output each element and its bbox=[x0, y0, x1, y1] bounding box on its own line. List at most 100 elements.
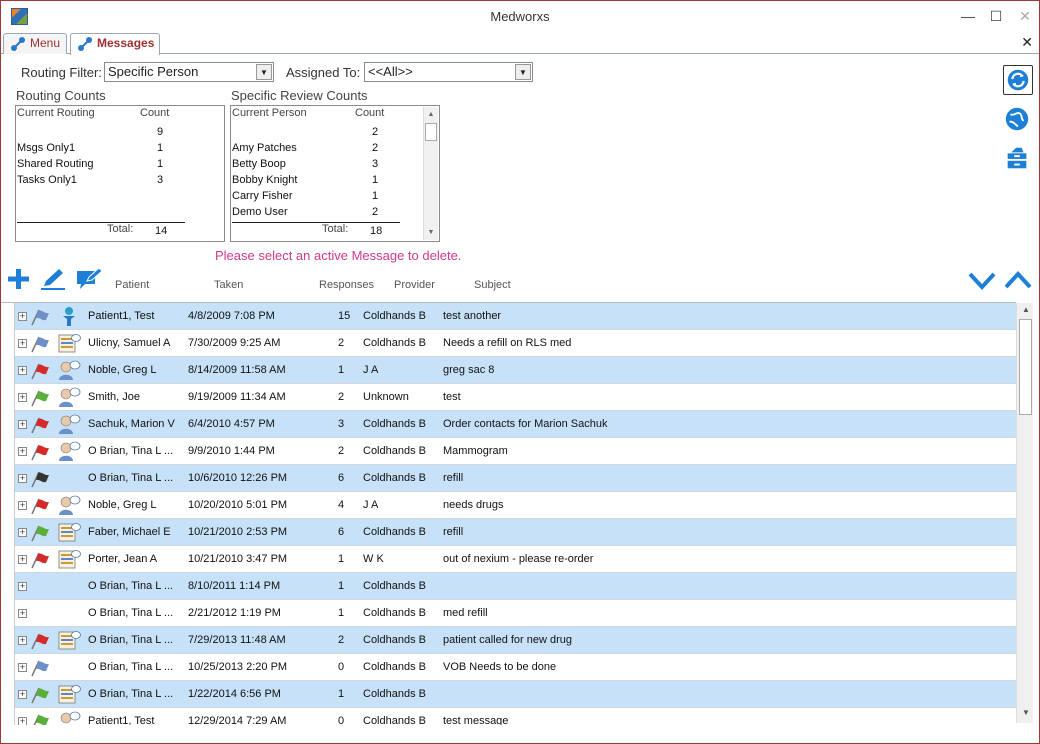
expand-row-icon[interactable]: + bbox=[18, 366, 27, 375]
flag-icon[interactable] bbox=[29, 713, 51, 725]
table-row[interactable]: + Sachuk, Marion V 6/4/2010 4:57 PM 3 Coldha… bbox=[15, 411, 1016, 438]
column-header: Current Routing bbox=[17, 107, 95, 119]
routing-count: 1 bbox=[157, 142, 164, 154]
add-message-button[interactable] bbox=[5, 267, 33, 291]
expand-row-icon[interactable]: + bbox=[18, 717, 27, 725]
table-row[interactable]: + Noble, Greg L 10/20/2010 5:01 PM 4 J A need… bbox=[15, 492, 1016, 519]
response-count: 1 bbox=[338, 580, 345, 592]
expand-row-icon[interactable]: + bbox=[18, 339, 27, 348]
provider-name: Coldhands B bbox=[363, 607, 426, 619]
flag-icon[interactable] bbox=[29, 632, 51, 650]
web-button[interactable] bbox=[1003, 105, 1033, 135]
provider-name: Unknown bbox=[363, 391, 409, 403]
expand-row-icon[interactable]: + bbox=[18, 528, 27, 537]
expand-row-icon[interactable]: + bbox=[18, 582, 27, 591]
total-value: 14 bbox=[155, 225, 168, 237]
flag-icon[interactable] bbox=[29, 686, 51, 704]
column-header-provider[interactable]: Provider bbox=[394, 279, 435, 291]
expand-row-icon[interactable]: + bbox=[18, 663, 27, 672]
expand-row-icon[interactable]: + bbox=[18, 474, 27, 483]
scroll-up-arrow-icon[interactable]: ▲ bbox=[1019, 305, 1033, 319]
taken-date: 9/19/2009 11:34 AM bbox=[188, 391, 286, 403]
tab-messages[interactable]: Messages bbox=[70, 33, 160, 55]
flag-icon[interactable] bbox=[29, 389, 51, 407]
expand-row-icon[interactable]: + bbox=[18, 393, 27, 402]
review-counts-scrollbar[interactable]: ▲ ▼ bbox=[423, 107, 438, 240]
table-row[interactable]: + O Brian, Tina L ... 10/6/2010 12:26 PM 6 C… bbox=[15, 465, 1016, 492]
flag-icon[interactable] bbox=[29, 524, 51, 542]
tab-menu[interactable]: Menu bbox=[3, 33, 67, 54]
person-name: Bobby Knight bbox=[232, 174, 298, 186]
taken-date: 12/29/2014 7:29 AM bbox=[188, 715, 287, 725]
column-header-responses[interactable]: Responses bbox=[319, 279, 374, 291]
flag-icon[interactable] bbox=[29, 497, 51, 515]
edit-message-button[interactable] bbox=[39, 267, 67, 291]
flag-icon[interactable] bbox=[29, 551, 51, 569]
table-row[interactable]: + Patient1, Test 12/29/2014 7:29 AM 0 Coldha… bbox=[15, 708, 1016, 725]
table-row[interactable]: + Noble, Greg L 8/14/2009 11:58 AM 1 J A greg… bbox=[15, 357, 1016, 384]
column-header-patient[interactable]: Patient bbox=[115, 279, 149, 291]
scroll-thumb[interactable] bbox=[425, 123, 437, 141]
patient-name: O Brian, Tina L ... bbox=[88, 607, 174, 619]
table-row[interactable]: + Patient1, Test 4/8/2009 7:08 PM 15 Coldhan… bbox=[15, 303, 1016, 330]
refresh-button[interactable] bbox=[1003, 65, 1033, 95]
close-tab-button[interactable]: ✕ bbox=[1021, 34, 1033, 51]
flag-icon[interactable] bbox=[29, 443, 51, 461]
taken-date: 8/14/2009 11:58 AM bbox=[188, 364, 286, 376]
scroll-thumb[interactable] bbox=[1019, 319, 1032, 415]
flag-icon[interactable] bbox=[29, 416, 51, 434]
table-row[interactable]: + O Brian, Tina L ... 1/22/2014 6:56 PM 1 Co… bbox=[15, 681, 1016, 708]
provider-name: Coldhands B bbox=[363, 661, 426, 673]
divider bbox=[17, 222, 185, 223]
expand-row-icon[interactable]: + bbox=[18, 312, 27, 321]
taken-date: 9/9/2010 1:44 PM bbox=[188, 445, 275, 457]
routing-count: 9 bbox=[157, 126, 164, 138]
flag-icon[interactable] bbox=[29, 362, 51, 380]
routing-filter-select[interactable]: Specific Person ▼ bbox=[104, 62, 274, 82]
move-up-button[interactable] bbox=[1004, 269, 1032, 291]
table-row[interactable]: + O Brian, Tina L ... 8/10/2011 1:14 PM 1 Co… bbox=[15, 573, 1016, 600]
response-count: 0 bbox=[338, 661, 345, 673]
expand-row-icon[interactable]: + bbox=[18, 609, 27, 618]
table-row[interactable]: + O Brian, Tina L ... 7/29/2013 11:48 AM 2 C… bbox=[15, 627, 1016, 654]
table-row[interactable]: + Porter, Jean A 10/21/2010 3:47 PM 1 W K out… bbox=[15, 546, 1016, 573]
reply-message-button[interactable] bbox=[75, 267, 103, 291]
flag-icon[interactable] bbox=[29, 659, 51, 677]
table-row[interactable]: + Smith, Joe 9/19/2009 11:34 AM 2 Unknown tes… bbox=[15, 384, 1016, 411]
chevron-down-icon[interactable]: ▼ bbox=[256, 64, 272, 80]
provider-name: Coldhands B bbox=[363, 688, 426, 700]
table-row[interactable]: + O Brian, Tina L ... 9/9/2010 1:44 PM 2 Col… bbox=[15, 438, 1016, 465]
table-row[interactable]: + Faber, Michael E 10/21/2010 2:53 PM 6 Cold… bbox=[15, 519, 1016, 546]
archive-button[interactable] bbox=[1003, 144, 1033, 174]
scroll-up-arrow-icon[interactable]: ▲ bbox=[424, 107, 438, 122]
expand-row-icon[interactable]: + bbox=[18, 501, 27, 510]
expand-row-icon[interactable]: + bbox=[18, 447, 27, 456]
minimize-button[interactable]: — bbox=[957, 6, 979, 26]
person-count: 1 bbox=[372, 174, 379, 186]
taken-date: 6/4/2010 4:57 PM bbox=[188, 418, 275, 430]
messages-scrollbar[interactable]: ▲ ▼ bbox=[1016, 303, 1033, 723]
assigned-to-select[interactable]: <<All>> ▼ bbox=[364, 62, 533, 82]
expand-row-icon[interactable]: + bbox=[18, 636, 27, 645]
flag-icon[interactable] bbox=[29, 470, 51, 488]
person-name: Betty Boop bbox=[232, 158, 286, 170]
person-count: 2 bbox=[372, 142, 379, 154]
expand-row-icon[interactable]: + bbox=[18, 420, 27, 429]
column-header-taken[interactable]: Taken bbox=[214, 279, 243, 291]
expand-row-icon[interactable]: + bbox=[18, 555, 27, 564]
subject-text: patient called for new drug bbox=[443, 634, 573, 646]
flag-icon[interactable] bbox=[29, 308, 51, 326]
column-header-subject[interactable]: Subject bbox=[474, 279, 511, 291]
scroll-down-arrow-icon[interactable]: ▼ bbox=[424, 225, 438, 240]
table-row[interactable]: + O Brian, Tina L ... 10/25/2013 2:20 PM 0 C… bbox=[15, 654, 1016, 681]
maximize-button[interactable]: ☐ bbox=[985, 6, 1007, 26]
response-count: 1 bbox=[338, 688, 345, 700]
table-row[interactable]: + O Brian, Tina L ... 2/21/2012 1:19 PM 1 Co… bbox=[15, 600, 1016, 627]
flag-icon[interactable] bbox=[29, 335, 51, 353]
table-row[interactable]: + Ulicny, Samuel A 7/30/2009 9:25 AM 2 Coldh… bbox=[15, 330, 1016, 357]
chevron-down-icon[interactable]: ▼ bbox=[515, 64, 531, 80]
move-down-button[interactable] bbox=[968, 269, 996, 291]
expand-row-icon[interactable]: + bbox=[18, 690, 27, 699]
scroll-down-arrow-icon[interactable]: ▼ bbox=[1019, 708, 1033, 722]
close-window-button[interactable]: ✕ bbox=[1014, 6, 1036, 26]
